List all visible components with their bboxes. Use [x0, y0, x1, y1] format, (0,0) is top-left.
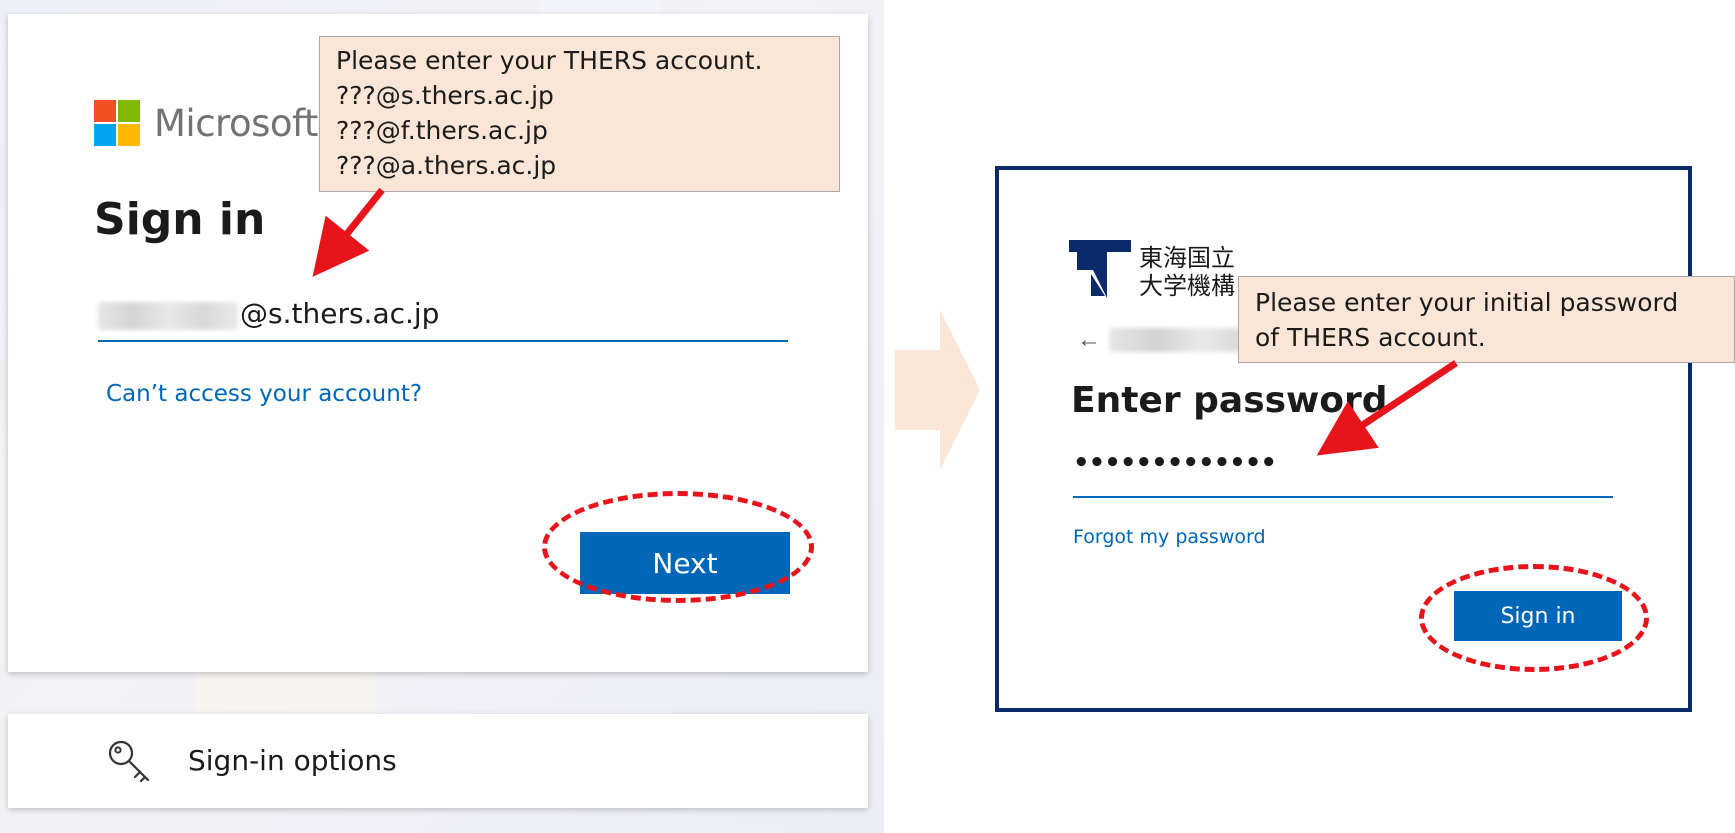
- enter-password-title: Enter password: [1071, 380, 1388, 421]
- callout-line: of THERS account.: [1255, 323, 1486, 352]
- callout-line: ???@a.thers.ac.jp: [336, 151, 557, 180]
- forgot-password-link[interactable]: Forgot my password: [1073, 526, 1266, 548]
- flow-arrow-icon: [895, 310, 980, 470]
- callout-line: ???@f.thers.ac.jp: [336, 116, 548, 145]
- redacted-account: [1109, 328, 1249, 352]
- logo-text-line1: 東海国立: [1139, 244, 1235, 272]
- redacted-username: [98, 302, 238, 330]
- callout-line: ???@s.thers.ac.jp: [336, 81, 554, 110]
- cant-access-account-link[interactable]: Can’t access your account?: [106, 381, 422, 407]
- microsoft-logo-icon: [94, 100, 140, 146]
- back-row: ←: [1077, 326, 1249, 354]
- password-callout: Please enter your initial password of TH…: [1238, 276, 1735, 363]
- thers-logo: 東海国立 大学機構: [1069, 240, 1235, 300]
- page-title: Sign in: [94, 194, 266, 245]
- callout-line: Please enter your THERS account.: [336, 46, 763, 75]
- sign-in-options-card[interactable]: Sign-in options: [8, 714, 868, 808]
- back-arrow-icon[interactable]: ←: [1077, 326, 1101, 354]
- microsoft-logo: Microsoft: [94, 100, 318, 146]
- callout-line: Please enter your initial password: [1255, 288, 1679, 317]
- email-domain-text: @s.thers.ac.jp: [240, 297, 440, 330]
- sign-in-options-label: Sign-in options: [188, 744, 397, 777]
- email-field[interactable]: @s.thers.ac.jp: [98, 282, 788, 342]
- password-field[interactable]: •••••••••••••: [1073, 440, 1613, 498]
- highlight-ring-signin: [1419, 564, 1649, 672]
- key-icon: [108, 740, 150, 783]
- account-callout: Please enter your THERS account. ???@s.t…: [319, 36, 840, 192]
- logo-text-line2: 大学機構: [1139, 272, 1235, 300]
- highlight-ring-next: [542, 491, 814, 603]
- microsoft-wordmark: Microsoft: [154, 101, 318, 145]
